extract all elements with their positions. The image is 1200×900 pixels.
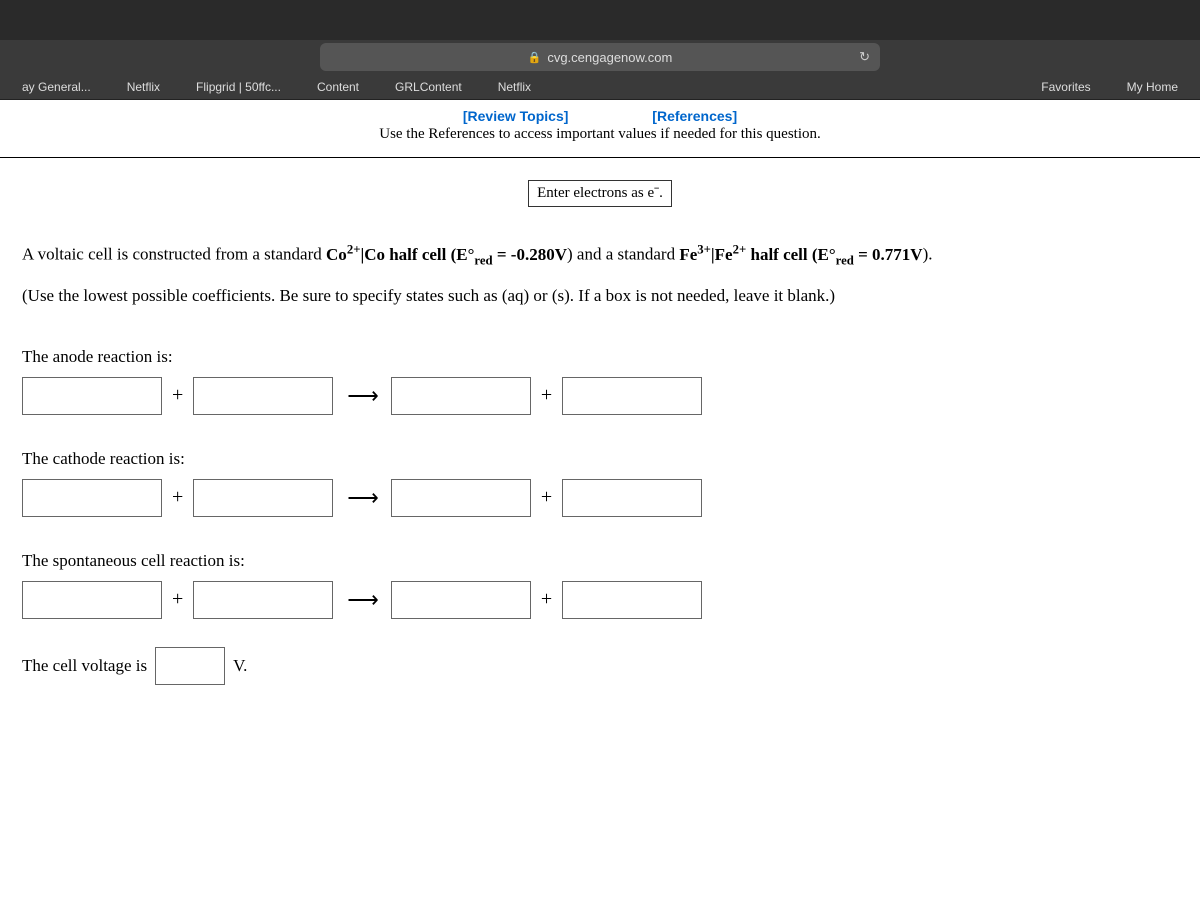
anode-equation: + ⟶ +: [0, 377, 1200, 423]
arrow-icon: ⟶: [343, 485, 381, 511]
top-links: [Review Topics] [References]: [0, 100, 1200, 126]
voltage-label: The cell voltage is: [22, 656, 147, 676]
bookmark-favorites[interactable]: Favorites: [1023, 76, 1108, 98]
bookmark-netflix2[interactable]: Netflix: [480, 76, 549, 98]
tab-strip: [0, 0, 1200, 40]
cathode-label: The cathode reaction is:: [0, 423, 1200, 479]
anode-reactant-1[interactable]: [22, 377, 162, 415]
cathode-reactant-1[interactable]: [22, 479, 162, 517]
sub-instruction: Use the References to access important v…: [0, 126, 1200, 158]
spontaneous-label: The spontaneous cell reaction is:: [0, 525, 1200, 581]
hint-box: Enter electrons as eˉ.: [528, 180, 672, 207]
spont-reactant-2[interactable]: [193, 581, 333, 619]
anode-product-2[interactable]: [562, 377, 702, 415]
bookmark-flipgrid[interactable]: Flipgrid | 50ffc...: [178, 76, 299, 98]
references-link[interactable]: [References]: [652, 108, 737, 124]
plus-sign: +: [172, 588, 183, 611]
page-content: [Review Topics] [References] Use the Ref…: [0, 100, 1200, 900]
cathode-product-1[interactable]: [391, 479, 531, 517]
plus-sign: +: [541, 588, 552, 611]
plus-sign: +: [541, 384, 552, 407]
plus-sign: +: [172, 486, 183, 509]
spont-product-2[interactable]: [562, 581, 702, 619]
spontaneous-equation: + ⟶ +: [0, 581, 1200, 627]
bookmark-myhome[interactable]: My Home: [1109, 76, 1196, 98]
plus-sign: +: [541, 486, 552, 509]
voltage-unit: V.: [233, 656, 247, 676]
arrow-icon: ⟶: [343, 587, 381, 613]
spont-product-1[interactable]: [391, 581, 531, 619]
lock-icon: 🔒: [528, 51, 542, 64]
url-text: cvg.cengagenow.com: [547, 50, 672, 65]
anode-product-1[interactable]: [391, 377, 531, 415]
cathode-equation: + ⟶ +: [0, 479, 1200, 525]
cathode-product-2[interactable]: [562, 479, 702, 517]
bookmark-netflix[interactable]: Netflix: [109, 76, 178, 98]
bookmarks-bar: ay General... Netflix Flipgrid | 50ffc..…: [0, 74, 1200, 100]
bookmark-content[interactable]: Content: [299, 76, 377, 98]
refresh-icon[interactable]: ↻: [859, 49, 870, 65]
anode-label: The anode reaction is:: [0, 321, 1200, 377]
anode-reactant-2[interactable]: [193, 377, 333, 415]
review-topics-link[interactable]: [Review Topics]: [463, 108, 569, 124]
voltage-input[interactable]: [155, 647, 225, 685]
bookmark-grlcontent[interactable]: GRLContent: [377, 76, 480, 98]
arrow-icon: ⟶: [343, 383, 381, 409]
voltage-row: The cell voltage is V.: [0, 627, 1200, 693]
bookmark-general[interactable]: ay General...: [4, 76, 109, 98]
question-text: A voltaic cell is constructed from a sta…: [0, 237, 1200, 313]
plus-sign: +: [172, 384, 183, 407]
address-bar[interactable]: 🔒 cvg.cengagenow.com ↻: [320, 43, 880, 71]
cathode-reactant-2[interactable]: [193, 479, 333, 517]
spont-reactant-1[interactable]: [22, 581, 162, 619]
